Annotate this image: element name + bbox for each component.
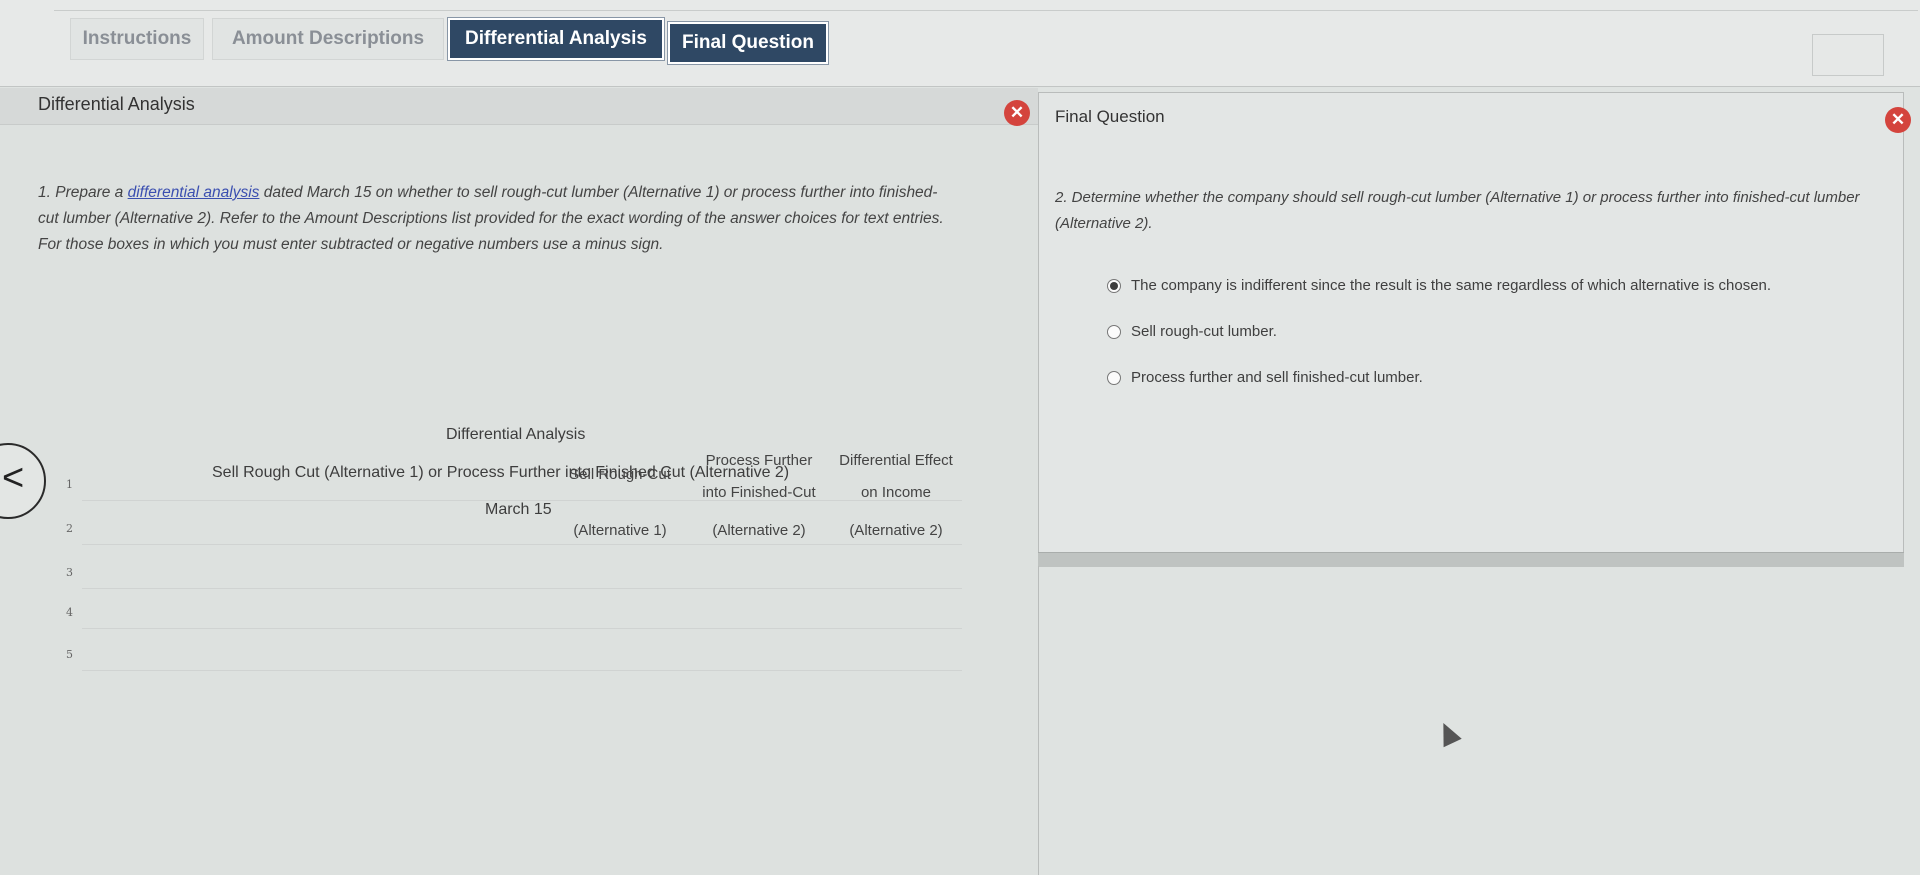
option-label: Process further and sell finished-cut lu… (1131, 369, 1423, 386)
mouse-cursor-icon (1434, 718, 1462, 748)
close-icon[interactable]: ✕ (1004, 100, 1030, 126)
report-title: Differential Analysis (446, 426, 586, 443)
row-number: 4 (66, 606, 73, 619)
tab-differential-analysis[interactable]: Differential Analysis (448, 18, 664, 60)
radio-button[interactable] (1107, 370, 1121, 385)
row-divider (82, 588, 962, 589)
close-icon[interactable]: ✕ (1885, 107, 1911, 133)
row-number: 2 (66, 522, 73, 535)
panel-resize-bar[interactable] (1038, 552, 1904, 567)
option-label: The company is indifferent since the res… (1131, 277, 1772, 294)
chevron-left-icon: < (2, 457, 25, 499)
differential-analysis-link[interactable]: differential analysis (128, 184, 260, 201)
option-indifferent[interactable]: The company is indifferent since the res… (1107, 277, 1771, 294)
option-sell-rough-cut[interactable]: Sell rough-cut lumber. (1107, 323, 1277, 340)
col-head-alt1-line3: (Alternative 1) (573, 522, 667, 539)
instructions-line-3: For those boxes in which you must enter … (38, 236, 664, 253)
instructions-prefix: 1. Prepare a (38, 184, 128, 201)
row-divider (82, 628, 962, 629)
row-number: 3 (66, 566, 73, 579)
report-date: March 15 (485, 501, 552, 518)
top-right-box (1812, 34, 1884, 76)
instructions-line-2: cut lumber (Alternative 2). Refer to the… (38, 210, 944, 227)
differential-analysis-panel: Differential Analysis ✕ 1. Prepare a dif… (0, 88, 1038, 875)
instructions-text: 1. Prepare a differential analysis dated… (38, 180, 1018, 258)
option-process-further[interactable]: Process further and sell finished-cut lu… (1107, 369, 1423, 386)
top-divider (0, 86, 1920, 87)
panel-divider (1038, 566, 1039, 875)
row-number: 5 (66, 648, 73, 661)
panel-title: Differential Analysis (38, 94, 195, 114)
option-label: Sell rough-cut lumber. (1131, 323, 1277, 340)
tab-final-question[interactable]: Final Question (668, 22, 828, 64)
final-question-text: 2. Determine whether the company should … (1055, 185, 1895, 237)
col-head-alt1-line1: Sell Rough-Cut (569, 466, 671, 483)
radio-button[interactable] (1107, 324, 1121, 339)
col-head-diff-line2: on Income (860, 484, 932, 501)
top-tab-bar: Instructions Amount Descriptions Differe… (0, 0, 1920, 86)
question-line-2: (Alternative 2). (1055, 215, 1153, 232)
col-head-alt2-line2: into Finished-Cut (702, 484, 816, 501)
row-divider (82, 500, 962, 501)
col-head-diff-line3: (Alternative 2) (849, 522, 943, 539)
tab-amount-descriptions[interactable]: Amount Descriptions (212, 18, 444, 60)
row-number: 1 (66, 478, 73, 491)
final-question-title: Final Question (1055, 107, 1165, 126)
tab-instructions[interactable]: Instructions (70, 18, 204, 60)
row-divider (82, 544, 962, 545)
col-head-alt2-line1: Process Further (705, 452, 813, 469)
row-divider (82, 670, 962, 671)
instructions-line-1: 1. Prepare a differential analysis dated… (38, 180, 1018, 206)
radio-button[interactable] (1107, 278, 1121, 293)
col-head-diff-line1: Differential Effect (839, 452, 953, 469)
instructions-line-1-rest: dated March 15 on whether to sell rough-… (259, 184, 938, 201)
col-head-alt2-line3: (Alternative 2) (712, 522, 806, 539)
final-question-panel: Final Question ✕ 2. Determine whether th… (1038, 92, 1911, 566)
question-line-1: 2. Determine whether the company should … (1055, 189, 1860, 206)
panel-header: Differential Analysis ✕ (0, 88, 1038, 126)
back-button[interactable]: < (0, 443, 46, 519)
